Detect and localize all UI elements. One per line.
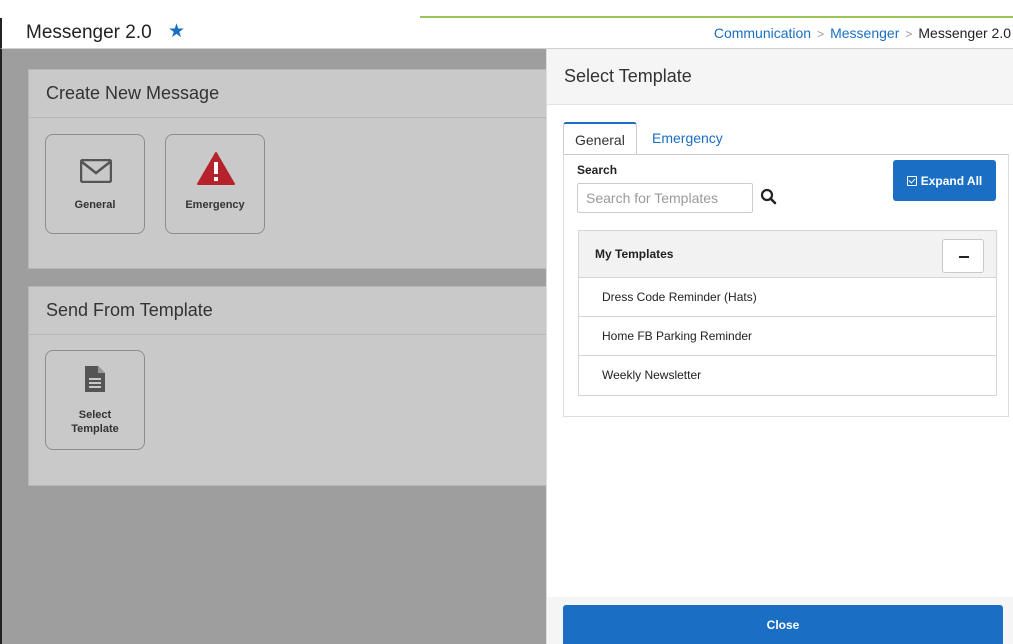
- select-template-panel: Select Template General Emergency Search…: [546, 49, 1013, 644]
- send-from-template-card: Send From Template Select Template: [28, 286, 562, 486]
- tile-label-line1: Select: [78, 409, 112, 421]
- collapse-button[interactable]: [942, 239, 984, 273]
- checkbox-icon: [906, 175, 917, 186]
- search-icon[interactable]: [760, 188, 778, 206]
- tab-general[interactable]: General: [563, 122, 637, 155]
- expand-all-button[interactable]: Expand All: [893, 160, 996, 201]
- page-header: Messenger 2.0 ★ Communication > Messenger >…: [0, 18, 1013, 49]
- template-item[interactable]: Weekly Newsletter: [579, 356, 996, 395]
- tile-label: Emergency: [185, 199, 245, 211]
- search-label: Search: [577, 163, 618, 177]
- my-templates-group: My Templates Dress Code Reminder (Hats) …: [578, 230, 997, 396]
- tab-content: Search Expand All My Templates Dress Cod…: [563, 154, 1009, 417]
- card-title: Send From Template: [29, 287, 561, 335]
- card-title: Create New Message: [29, 70, 561, 118]
- top-accent-line: [420, 0, 1013, 18]
- chevron-right-icon: >: [817, 27, 825, 41]
- breadcrumb-messenger[interactable]: Messenger: [830, 25, 899, 41]
- emergency-message-tile[interactable]: Emergency: [165, 134, 265, 234]
- select-template-tile[interactable]: Select Template: [45, 350, 145, 450]
- top-strip: [0, 0, 1013, 18]
- group-title: My Templates: [595, 247, 674, 261]
- expand-all-label: Expand All: [920, 173, 983, 188]
- tile-label: General: [74, 199, 116, 211]
- group-header: My Templates: [579, 231, 996, 278]
- envelope-icon: [80, 159, 112, 183]
- close-button[interactable]: Close: [563, 605, 1003, 644]
- tab-emergency[interactable]: Emergency: [641, 122, 734, 155]
- breadcrumb-communication[interactable]: Communication: [714, 25, 811, 41]
- template-item[interactable]: Dress Code Reminder (Hats): [579, 278, 996, 317]
- template-item[interactable]: Home FB Parking Reminder: [579, 317, 996, 356]
- create-new-message-card: Create New Message General Emergency: [28, 69, 562, 269]
- breadcrumb: Communication > Messenger > Messenger 2.0: [714, 25, 1011, 41]
- search-input[interactable]: [577, 183, 753, 213]
- document-icon: [85, 366, 105, 392]
- main-content-dimmed: Create New Message General Emergency Sen…: [0, 49, 562, 644]
- panel-title: Select Template: [547, 49, 1013, 105]
- warning-icon: [197, 152, 235, 185]
- general-message-tile[interactable]: General: [45, 134, 145, 234]
- favorite-star-icon[interactable]: ★: [168, 22, 188, 42]
- tile-label-line2: Template: [71, 423, 119, 435]
- chevron-right-icon: >: [905, 27, 913, 41]
- page-title: Messenger 2.0: [26, 22, 152, 43]
- breadcrumb-current: Messenger 2.0: [918, 25, 1011, 41]
